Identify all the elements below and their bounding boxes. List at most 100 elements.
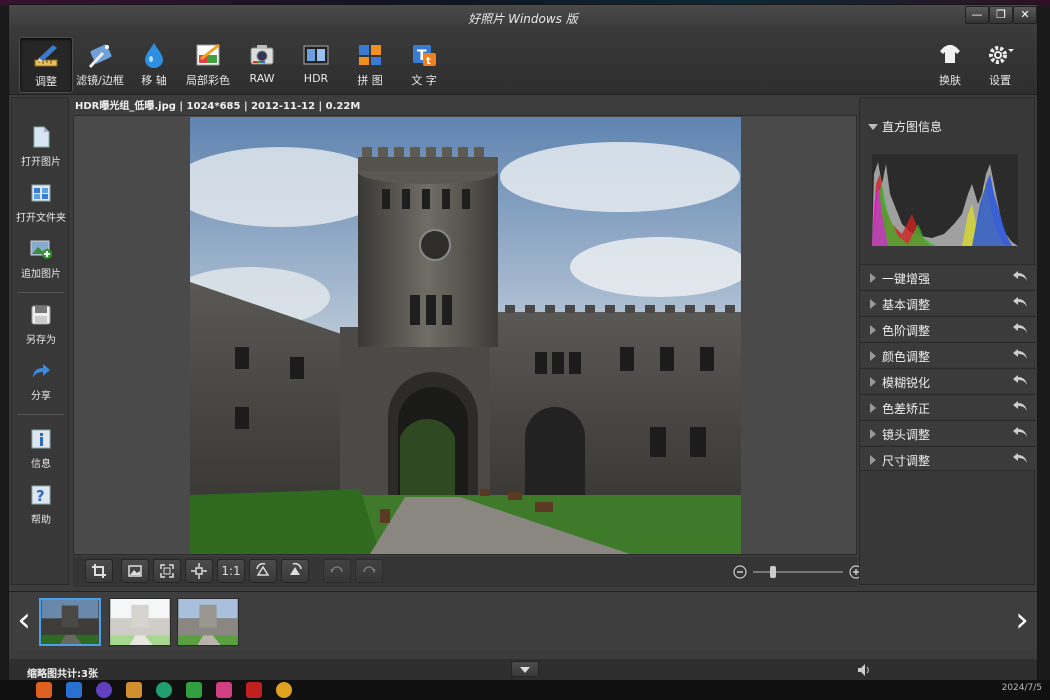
rotate-left-button[interactable]: [249, 559, 277, 583]
actual-size-button[interactable]: 1:1: [217, 559, 245, 583]
minimize-button[interactable]: —: [965, 6, 989, 24]
chevron-right-icon: [870, 429, 876, 439]
section-levels[interactable]: 色阶调整: [860, 316, 1036, 341]
chevron-down-icon: [868, 124, 878, 130]
taskbar-app-icon[interactable]: [36, 682, 52, 698]
sidebar-item-save-as[interactable]: 另存为: [12, 304, 70, 356]
sidebar-item-help[interactable]: ? 帮助: [12, 484, 70, 536]
expand-icon: [160, 564, 174, 578]
zoom-slider[interactable]: [753, 566, 843, 578]
sidebar-item-add-image[interactable]: 追加图片: [12, 238, 70, 290]
redo-icon: [363, 566, 376, 573]
ruler-pencil-icon: [34, 45, 58, 67]
tool-collage[interactable]: 拼 图: [343, 37, 397, 93]
histogram-header[interactable]: 直方图信息: [860, 118, 1036, 138]
reset-icon[interactable]: [1012, 321, 1028, 335]
thumbnail-high-exposure[interactable]: [109, 598, 171, 646]
tool-local-color[interactable]: 局部彩色: [181, 37, 235, 93]
photo-castle: [190, 117, 741, 554]
left-sidebar: 打开图片 打开文件夹 追加图片 另存为 分享 信息 ? 帮助: [11, 97, 69, 585]
main-toolbar: 调整 滤镜/边框 移 轴 局部彩色 RAW HDR 拼 图 T t 文 字 换肤…: [9, 29, 1037, 95]
sidebar-divider: [18, 292, 64, 293]
tool-tilt-shift[interactable]: 移 轴: [127, 37, 181, 93]
file-icon: [33, 126, 50, 148]
right-panel: 直方图信息 一键增强 基本调整 色阶调整 颜色调整 模糊锐化 色差矫正 镜头调整…: [859, 97, 1036, 585]
section-basic-adjust[interactable]: 基本调整: [860, 290, 1036, 315]
section-label: 尺寸调整: [882, 454, 931, 468]
rotate-right-button[interactable]: [281, 559, 309, 583]
sidebar-divider: [18, 414, 64, 415]
tool-text[interactable]: T t 文 字: [397, 37, 451, 93]
prev-thumbnail-button[interactable]: ‹: [11, 600, 37, 644]
taskbar-app-icon[interactable]: [216, 682, 232, 698]
sidebar-item-label: 追加图片: [21, 269, 61, 280]
magic-wand-icon: [88, 44, 112, 69]
fit-screen-button[interactable]: [185, 559, 213, 583]
reset-icon[interactable]: [1012, 451, 1028, 465]
section-lens[interactable]: 镜头调整: [860, 420, 1036, 445]
tool-label: 文 字: [411, 74, 437, 87]
sidebar-item-info[interactable]: 信息: [12, 428, 70, 480]
taskbar-app-icon[interactable]: [156, 682, 172, 698]
taskbar-app-icon[interactable]: [276, 682, 292, 698]
sidebar-item-share[interactable]: 分享: [12, 360, 70, 412]
redo-button[interactable]: [355, 559, 383, 583]
sidebar-item-open-image[interactable]: 打开图片: [12, 126, 70, 178]
taskbar-app-icon[interactable]: [246, 682, 262, 698]
fullscreen-button[interactable]: [153, 559, 181, 583]
section-label: 基本调整: [882, 298, 931, 312]
next-thumbnail-button[interactable]: ›: [1009, 600, 1035, 644]
sidebar-item-open-folder[interactable]: 打开文件夹: [12, 182, 70, 234]
undo-button[interactable]: [323, 559, 351, 583]
section-resize[interactable]: 尺寸调整: [860, 446, 1036, 471]
close-button[interactable]: ✕: [1013, 6, 1037, 24]
reset-icon[interactable]: [1012, 399, 1028, 413]
image-info-bar: HDR曝光组_低曝.jpg | 1024*685 | 2012-11-12 | …: [73, 99, 857, 115]
info-icon: [31, 429, 51, 449]
tool-label: RAW: [249, 72, 275, 85]
taskbar-app-icon[interactable]: [186, 682, 202, 698]
zoom-slider-thumb[interactable]: [769, 566, 776, 578]
image-canvas[interactable]: [73, 115, 857, 555]
tool-hdr[interactable]: HDR: [289, 37, 343, 93]
add-image-icon: [30, 240, 52, 259]
skin-button[interactable]: 换肤: [923, 37, 977, 93]
tool-filter-frame[interactable]: 滤镜/边框: [73, 37, 127, 93]
sidebar-item-label: 打开文件夹: [16, 213, 66, 224]
section-chromatic-aberration[interactable]: 色差矫正: [860, 394, 1036, 419]
settings-button[interactable]: 设置: [973, 37, 1027, 93]
app-window: 好照片 Windows 版 — ❐ ✕ 调整 滤镜/边框 移 轴 局部彩色 RA…: [8, 4, 1038, 682]
tool-label: 滤镜/边框: [76, 74, 124, 87]
crop-button[interactable]: [85, 559, 113, 583]
reset-icon[interactable]: [1012, 295, 1028, 309]
taskbar-app-icon[interactable]: [96, 682, 112, 698]
reset-icon[interactable]: [1012, 373, 1028, 387]
section-blur-sharpen[interactable]: 模糊锐化: [860, 368, 1036, 393]
taskbar-app-icon[interactable]: [66, 682, 82, 698]
tool-label: 调整: [35, 75, 57, 88]
sidebar-item-label: 帮助: [31, 515, 51, 526]
camera-icon: [250, 45, 274, 65]
thumbnail-low-exposure[interactable]: [39, 598, 101, 646]
crop-icon: [92, 564, 106, 578]
chevron-down-icon: [520, 667, 530, 673]
rotate-left-icon: [256, 562, 270, 576]
sidebar-item-label: 打开图片: [21, 157, 61, 168]
reset-icon[interactable]: [1012, 425, 1028, 439]
taskbar-app-icon[interactable]: [126, 682, 142, 698]
fit-window-button[interactable]: [121, 559, 149, 583]
tool-raw[interactable]: RAW: [235, 37, 289, 93]
folder-icon: [31, 184, 51, 202]
tool-adjust[interactable]: 调整: [19, 37, 73, 93]
zoom-out-icon[interactable]: [733, 565, 747, 579]
section-auto-enhance[interactable]: 一键增强: [860, 264, 1036, 289]
section-color[interactable]: 颜色调整: [860, 342, 1036, 367]
thumbnail-normal-exposure[interactable]: [177, 598, 239, 646]
reset-icon[interactable]: [1012, 347, 1028, 361]
collapse-filmstrip-button[interactable]: [511, 661, 539, 677]
chevron-right-icon: [870, 325, 876, 335]
speaker-icon[interactable]: [857, 663, 871, 677]
maximize-button[interactable]: ❐: [989, 6, 1013, 24]
chevron-right-icon: [870, 273, 876, 283]
reset-icon[interactable]: [1012, 269, 1028, 283]
